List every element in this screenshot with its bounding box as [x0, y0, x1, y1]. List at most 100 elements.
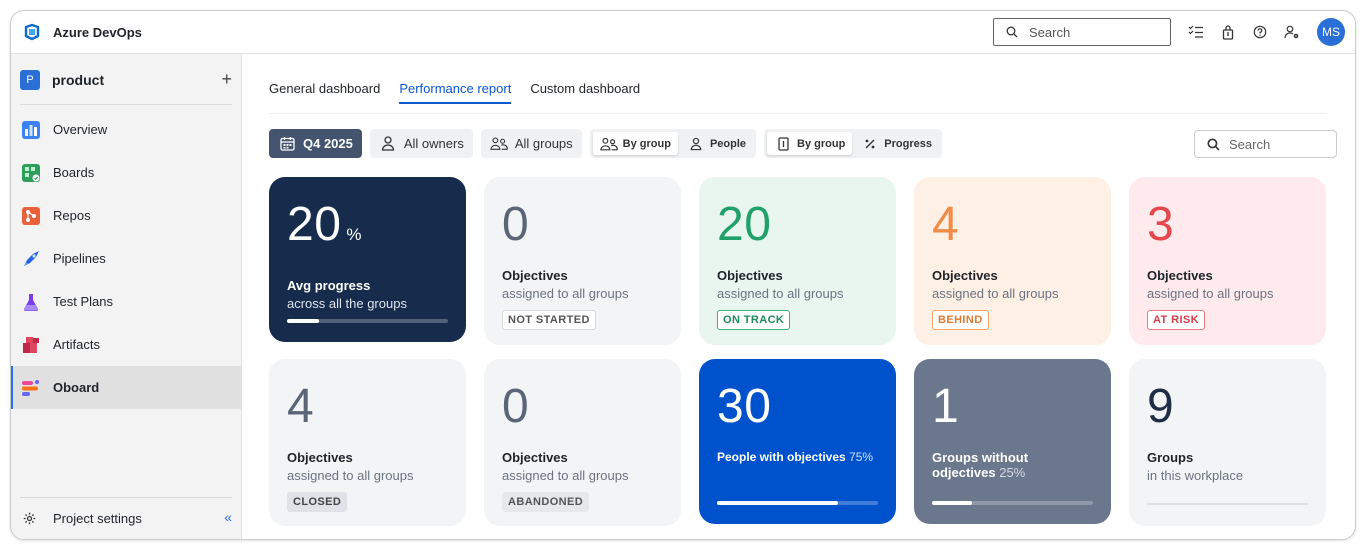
task-list-icon[interactable]: [1187, 23, 1205, 41]
sidebar-item-label: Boards: [53, 165, 95, 180]
sidebar-item-repos[interactable]: Repos: [11, 194, 241, 237]
add-project-button[interactable]: +: [221, 69, 232, 90]
status-badge-not-started: NOT STARTED: [502, 310, 596, 330]
abandoned-title: Objectives: [502, 450, 568, 465]
tab-custom-dashboard[interactable]: Custom dashboard: [530, 81, 640, 104]
on-track-card[interactable]: 20 Objectives assigned to all groups ON …: [699, 177, 896, 345]
people-value: 30: [717, 380, 772, 433]
top-search-placeholder: Search: [1029, 24, 1071, 40]
groups-without-progress-fill: [932, 501, 973, 505]
help-icon[interactable]: [1251, 23, 1269, 41]
abandoned-value: 0: [502, 380, 530, 433]
mode-by-group-label: By group: [797, 137, 846, 150]
sidebar-item-test-plans[interactable]: Test Plans: [11, 280, 241, 323]
groups-subtitle: in this workplace: [1147, 468, 1244, 483]
period-filter-label: Q4 2025: [303, 136, 353, 151]
top-search-input[interactable]: Search: [993, 18, 1171, 46]
user-settings-icon[interactable]: [1283, 23, 1301, 41]
gear-icon: [20, 509, 38, 527]
avg-progress-subtitle: across all the groups: [287, 296, 407, 311]
status-badge-at-risk: AT RISK: [1147, 310, 1205, 330]
avg-progress-card[interactable]: 20% Avg progress across all the groups: [269, 177, 466, 342]
sidebar-divider: [20, 104, 232, 105]
at-risk-subtitle: assigned to all groups: [1147, 286, 1274, 301]
at-risk-card[interactable]: 3 Objectives assigned to all groups AT R…: [1129, 177, 1326, 345]
shopping-bag-icon[interactable]: [1219, 23, 1237, 41]
user-avatar[interactable]: MS: [1317, 18, 1345, 46]
project-name: product: [52, 72, 105, 88]
abandoned-subtitle: assigned to all groups: [502, 468, 629, 483]
status-badge-abandoned: ABANDONED: [502, 492, 590, 512]
avg-progress-bar: [287, 319, 448, 323]
project-badge: P: [20, 70, 40, 90]
main-content: General dashboard Performance report Cus…: [242, 54, 1355, 539]
overview-icon: [20, 119, 42, 141]
mode-progress-button[interactable]: Progress: [854, 132, 939, 155]
project-settings-link[interactable]: Project settings «: [20, 509, 232, 527]
app-title: Azure DevOps: [53, 24, 142, 40]
groups-without-progress-bar: [932, 501, 1093, 505]
people-with-objectives-card[interactable]: 30 People with objectives 75%: [699, 359, 896, 524]
sidebar-item-boards[interactable]: Boards: [11, 151, 241, 194]
behind-subtitle: assigned to all groups: [932, 286, 1059, 301]
sidebar-item-label: Overview: [53, 122, 108, 137]
sidebar-item-pipelines[interactable]: Pipelines: [11, 237, 241, 280]
sidebar-item-label: Oboard: [53, 380, 100, 395]
dashboard-search-input[interactable]: Search: [1194, 130, 1337, 158]
top-actions: MS: [1187, 18, 1345, 46]
collapse-sidebar-button[interactable]: «: [224, 509, 232, 525]
closed-subtitle: assigned to all groups: [287, 468, 414, 483]
closed-title: Objectives: [287, 450, 353, 465]
calendar-icon: [278, 135, 296, 153]
status-badge-on-track: ON TRACK: [717, 310, 791, 330]
sidebar-item-label: Repos: [53, 208, 91, 223]
dashboard-tabs: General dashboard Performance report Cus…: [269, 81, 640, 104]
period-filter-button[interactable]: Q4 2025: [269, 129, 362, 158]
avg-progress-fill: [287, 319, 320, 323]
behind-card[interactable]: 4 Objectives assigned to all groups BEHI…: [914, 177, 1111, 345]
tabs-divider: [269, 113, 1327, 114]
people-percent: 75%: [849, 450, 874, 464]
sidebar-item-oboard[interactable]: Oboard: [11, 366, 241, 409]
sidebar-item-artifacts[interactable]: Artifacts: [11, 323, 241, 366]
owners-filter-button[interactable]: All owners: [369, 129, 473, 158]
behind-title: Objectives: [932, 268, 998, 283]
tab-general-dashboard[interactable]: General dashboard: [269, 81, 380, 104]
groups-filter-button[interactable]: All groups: [480, 129, 582, 158]
sidebar-divider: [20, 497, 232, 498]
abandoned-card[interactable]: 0 Objectives assigned to all groups ABAN…: [484, 359, 681, 526]
mode-toggle: By group Progress: [764, 129, 942, 158]
sidebar-item-overview[interactable]: Overview: [11, 108, 241, 151]
on-track-value: 20: [717, 198, 772, 251]
groups-card[interactable]: 9 Groups in this workplace: [1129, 359, 1326, 526]
search-icon: [1204, 135, 1222, 153]
view-by-group-button[interactable]: By group: [592, 132, 678, 155]
people-progress-fill: [717, 501, 838, 505]
tab-performance-report[interactable]: Performance report: [399, 81, 512, 104]
groups-without-title: Groups without odjectives 25%: [932, 450, 1029, 480]
project-selector[interactable]: P product +: [20, 65, 232, 95]
people-title: People with objectives 75%: [717, 450, 874, 464]
groups-progress-bar: [1147, 503, 1308, 505]
not-started-card[interactable]: 0 Objectives assigned to all groups NOT …: [484, 177, 681, 345]
project-settings-label: Project settings: [53, 510, 142, 526]
mode-by-group-button[interactable]: By group: [767, 132, 853, 155]
sidebar-nav: Overview Boards Repos Pipelines Test Pla…: [11, 108, 241, 409]
groups-filter-label: All groups: [514, 136, 573, 151]
oboard-icon: [20, 377, 42, 399]
groups-without-objectives-card[interactable]: 1 Groups without odjectives 25%: [914, 359, 1111, 524]
person-icon: [379, 135, 397, 153]
groups-without-percent: 25%: [999, 465, 1026, 480]
search-icon: [1003, 23, 1021, 41]
view-people-label: People: [709, 137, 747, 150]
not-started-title: Objectives: [502, 268, 568, 283]
test-plans-icon: [20, 291, 42, 313]
azure-devops-logo-icon: [23, 23, 41, 41]
view-by-group-label: By group: [622, 137, 671, 150]
behind-value: 4: [932, 198, 960, 251]
closed-card[interactable]: 4 Objectives assigned to all groups CLOS…: [269, 359, 466, 526]
view-people-button[interactable]: People: [680, 132, 753, 155]
brand[interactable]: Azure DevOps: [23, 23, 142, 41]
people-progress-bar: [717, 501, 878, 505]
app-window: Azure DevOps Search MS P product + Overv…: [10, 10, 1356, 540]
